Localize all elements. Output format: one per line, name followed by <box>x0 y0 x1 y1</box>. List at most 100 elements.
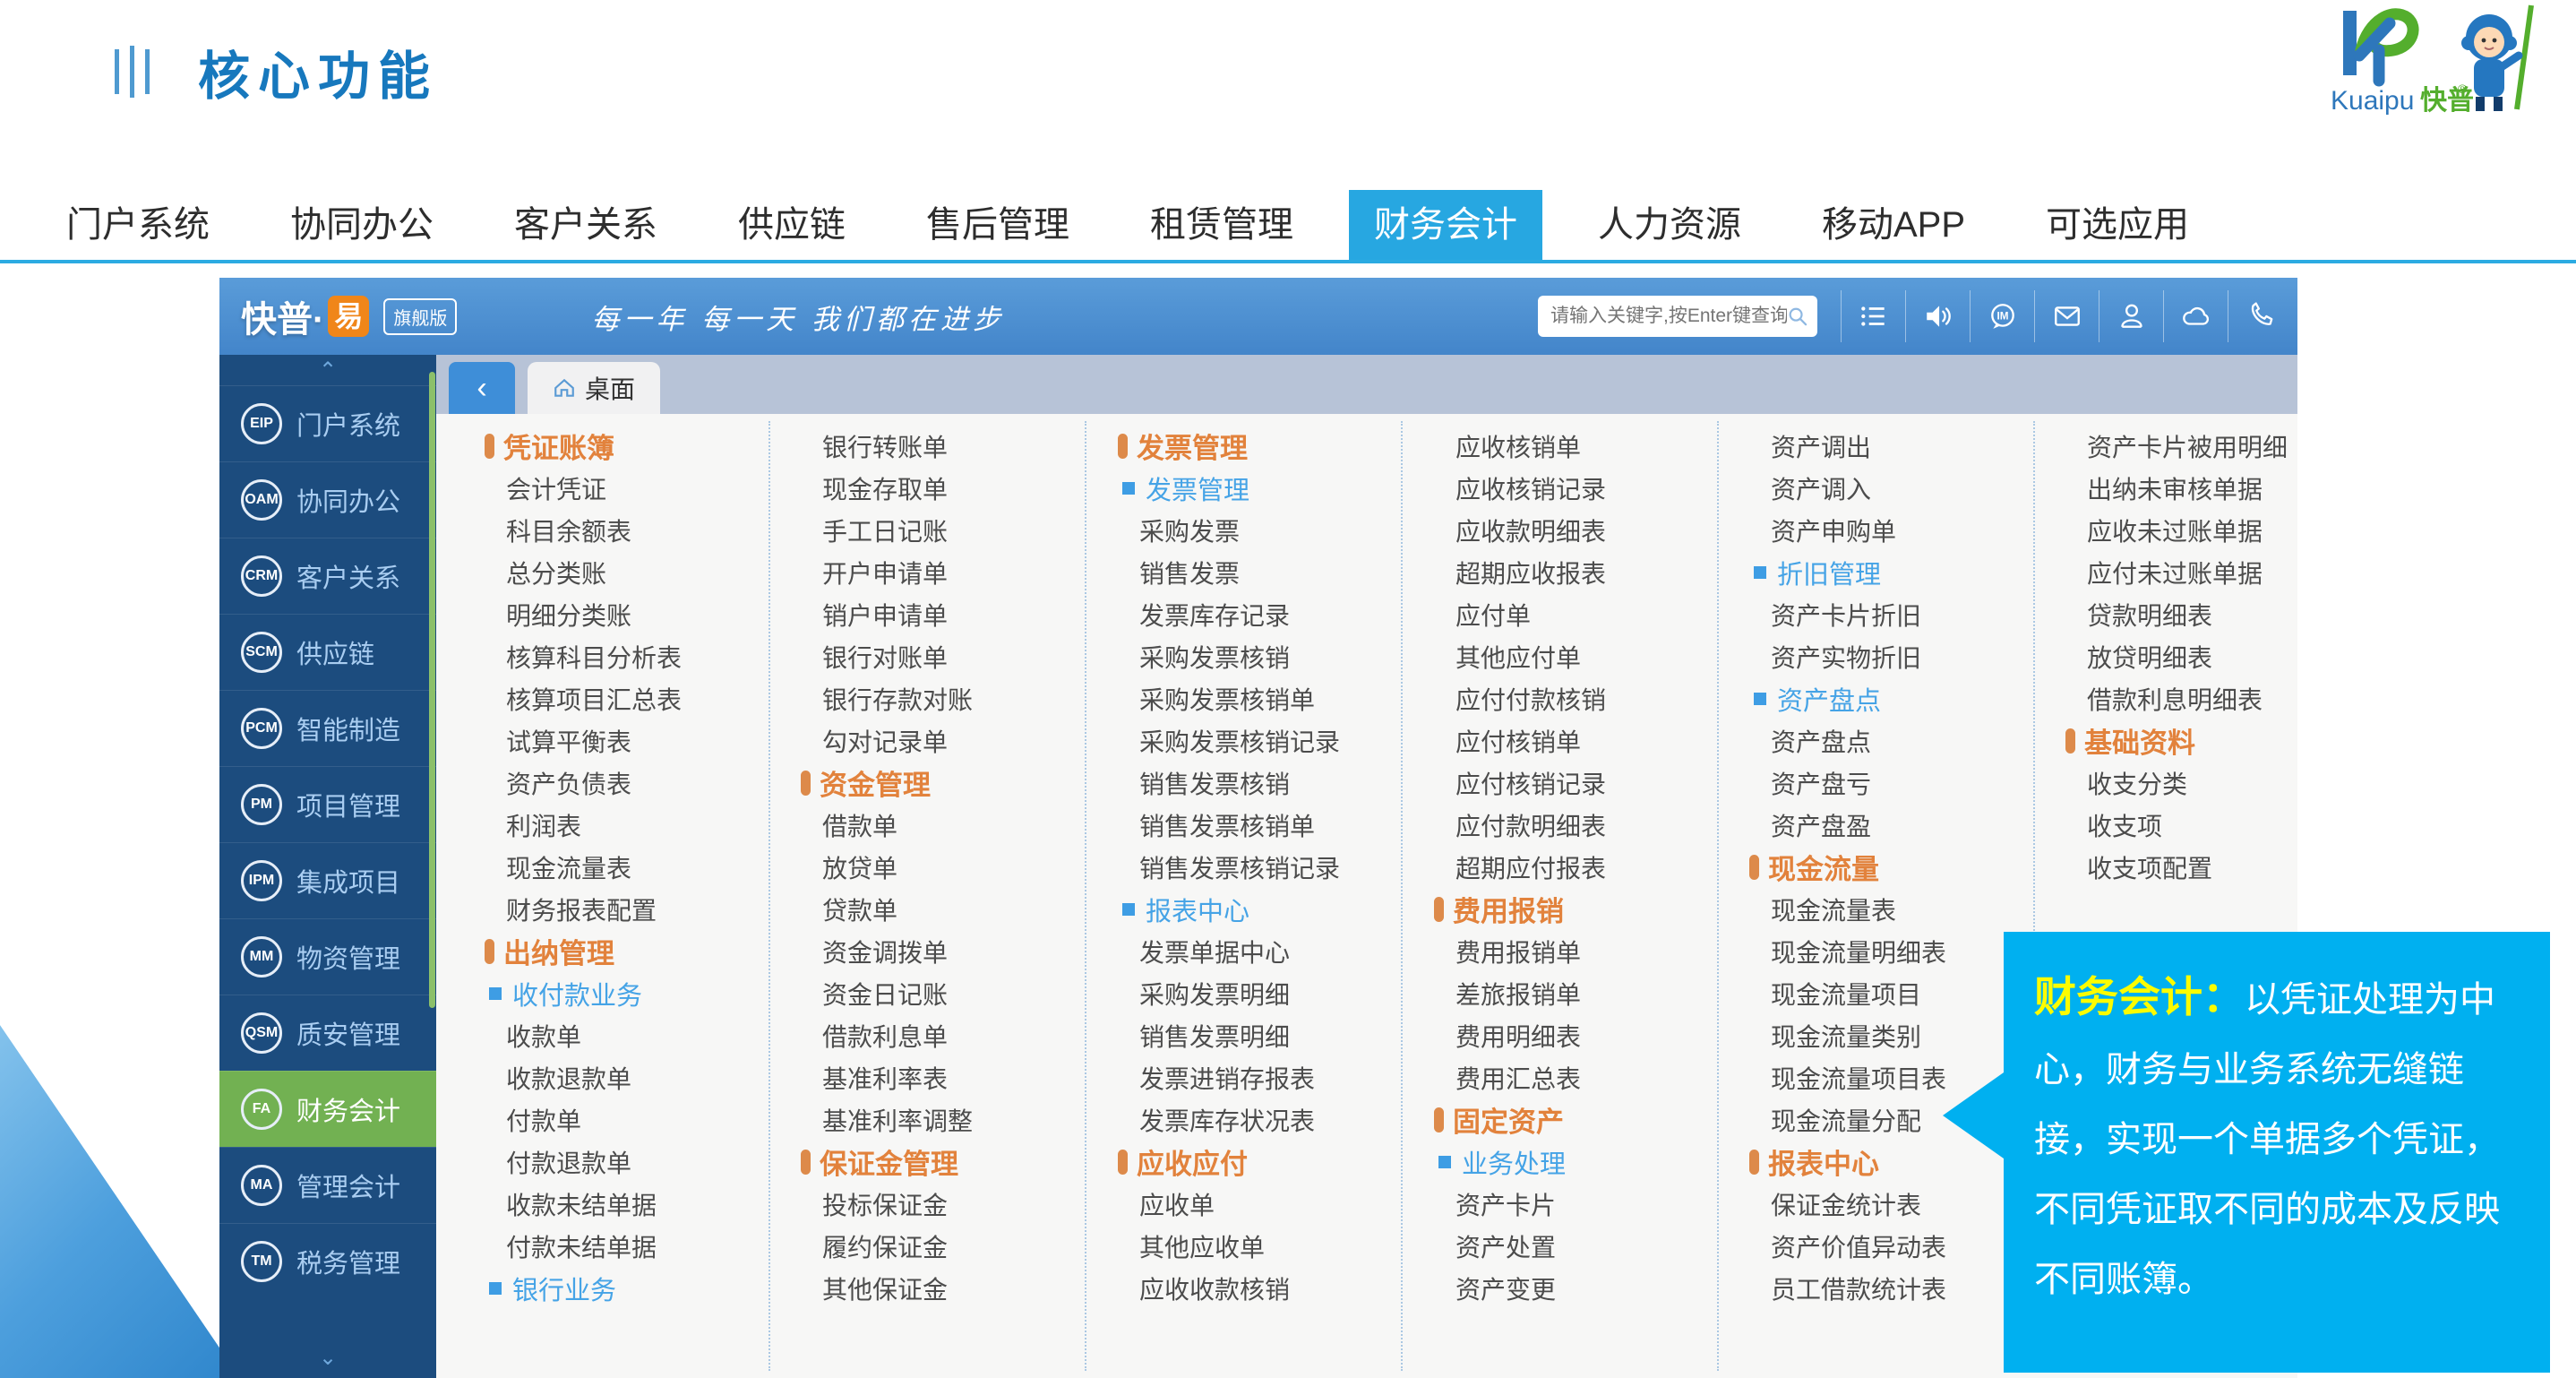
menu-item[interactable]: 收款单 <box>485 1014 794 1056</box>
menu-item[interactable]: 销售发票核销记录 <box>1118 846 1427 888</box>
sidebar-item-eip[interactable]: EIP门户系统 <box>219 385 436 461</box>
menu-item[interactable]: 收支分类 <box>2065 762 2374 804</box>
menu-item[interactable]: 放贷单 <box>801 846 1110 888</box>
menu-item[interactable]: 费用明细表 <box>1434 1014 1743 1056</box>
menu-item[interactable]: 资产卡片被用明细 <box>2065 425 2374 467</box>
sidebar-item-pm[interactable]: PM项目管理 <box>219 766 436 842</box>
menu-item[interactable]: 资金调拨单 <box>801 930 1110 972</box>
menu-item[interactable]: 放贷明细表 <box>2065 635 2374 677</box>
menu-item[interactable]: 开户申请单 <box>801 551 1110 593</box>
menu-subgroup-header[interactable]: 银行业务 <box>485 1267 794 1309</box>
menu-item[interactable]: 其他保证金 <box>801 1267 1110 1309</box>
menu-item[interactable]: 应付付款核销 <box>1434 677 1743 719</box>
menu-item[interactable]: 银行存款对账 <box>801 677 1110 719</box>
menu-item[interactable]: 采购发票明细 <box>1118 972 1427 1014</box>
menu-subgroup-header[interactable]: 报表中心 <box>1118 888 1427 930</box>
menu-item[interactable]: 收款未结单据 <box>485 1183 794 1225</box>
menu-item[interactable]: 出纳未审核单据 <box>2065 467 2374 509</box>
menu-item[interactable]: 现金流量表 <box>485 846 794 888</box>
menu-item[interactable]: 科目余额表 <box>485 509 794 551</box>
menu-item[interactable]: 基准利率调整 <box>801 1098 1110 1141</box>
tab-6[interactable]: 财务会计 <box>1349 190 1542 260</box>
menu-subgroup-header[interactable]: 资产盘点 <box>1749 677 2058 719</box>
menu-item[interactable]: 投标保证金 <box>801 1183 1110 1225</box>
menu-item[interactable]: 资产处置 <box>1434 1225 1743 1267</box>
tab-8[interactable]: 移动APP <box>1797 190 1990 260</box>
menu-item[interactable]: 借款单 <box>801 804 1110 846</box>
menu-item[interactable]: 核算项目汇总表 <box>485 677 794 719</box>
menu-item[interactable]: 资产卡片折旧 <box>1749 593 2058 635</box>
menu-item[interactable]: 现金存取单 <box>801 467 1110 509</box>
menu-item[interactable]: 银行对账单 <box>801 635 1110 677</box>
menu-item[interactable]: 超期应付报表 <box>1434 846 1743 888</box>
menu-item[interactable]: 资产申购单 <box>1749 509 2058 551</box>
menu-item[interactable]: 付款未结单据 <box>485 1225 794 1267</box>
menu-item[interactable]: 销户申请单 <box>801 593 1110 635</box>
tab-9[interactable]: 可选应用 <box>2021 190 2214 260</box>
menu-subgroup-header[interactable]: 折旧管理 <box>1749 551 2058 593</box>
sidebar-item-tm[interactable]: TM税务管理 <box>219 1223 436 1299</box>
user-icon[interactable] <box>2099 290 2163 342</box>
menu-item[interactable]: 资产负债表 <box>485 762 794 804</box>
menu-item[interactable]: 应付单 <box>1434 593 1743 635</box>
list-icon[interactable] <box>1841 290 1905 342</box>
menu-item[interactable]: 采购发票 <box>1118 509 1427 551</box>
menu-item[interactable]: 费用汇总表 <box>1434 1056 1743 1098</box>
back-button[interactable]: ‹ <box>449 362 515 414</box>
sidebar-item-scm[interactable]: SCM供应链 <box>219 614 436 690</box>
menu-item[interactable]: 总分类账 <box>485 551 794 593</box>
menu-subgroup-header[interactable]: 业务处理 <box>1434 1141 1743 1183</box>
menu-item[interactable]: 手工日记账 <box>801 509 1110 551</box>
menu-item[interactable]: 采购发票核销单 <box>1118 677 1427 719</box>
menu-item[interactable]: 收支项配置 <box>2065 846 2374 888</box>
menu-item[interactable]: 勾对记录单 <box>801 719 1110 762</box>
menu-item[interactable]: 发票库存记录 <box>1118 593 1427 635</box>
menu-item[interactable]: 基准利率表 <box>801 1056 1110 1098</box>
menu-item[interactable]: 应收收款核销 <box>1118 1267 1427 1309</box>
menu-item[interactable]: 资金日记账 <box>801 972 1110 1014</box>
menu-subgroup-header[interactable]: 收付款业务 <box>485 972 794 1014</box>
menu-item[interactable]: 发票单据中心 <box>1118 930 1427 972</box>
tab-3[interactable]: 供应链 <box>713 190 871 260</box>
menu-item[interactable]: 财务报表配置 <box>485 888 794 930</box>
menu-item[interactable]: 应付核销单 <box>1434 719 1743 762</box>
menu-item[interactable]: 销售发票核销 <box>1118 762 1427 804</box>
menu-item[interactable]: 费用报销单 <box>1434 930 1743 972</box>
menu-item[interactable]: 销售发票明细 <box>1118 1014 1427 1056</box>
search-input[interactable] <box>1550 306 1787 327</box>
menu-item[interactable]: 其他应收单 <box>1118 1225 1427 1267</box>
menu-item[interactable]: 收支项 <box>2065 804 2374 846</box>
menu-item[interactable]: 借款利息明细表 <box>2065 677 2374 719</box>
tab-7[interactable]: 人力资源 <box>1573 190 1766 260</box>
menu-item[interactable]: 差旅报销单 <box>1434 972 1743 1014</box>
tab-4[interactable]: 售后管理 <box>901 190 1095 260</box>
menu-item[interactable]: 履约保证金 <box>801 1225 1110 1267</box>
menu-subgroup-header[interactable]: 发票管理 <box>1118 467 1427 509</box>
sidebar-scroll-down-icon[interactable]: ⌄ <box>219 1342 436 1373</box>
search-box[interactable] <box>1538 296 1817 337</box>
desktop-tab[interactable]: 桌面 <box>528 362 660 414</box>
menu-item[interactable]: 资产变更 <box>1434 1267 1743 1309</box>
tab-5[interactable]: 租赁管理 <box>1125 190 1318 260</box>
menu-item[interactable]: 应收核销单 <box>1434 425 1743 467</box>
sidebar-item-fa[interactable]: FA财务会计 <box>219 1071 436 1147</box>
sidebar-item-ma[interactable]: MA管理会计 <box>219 1147 436 1223</box>
search-icon[interactable] <box>1787 305 1808 328</box>
menu-item[interactable]: 应收核销记录 <box>1434 467 1743 509</box>
sidebar-item-qsm[interactable]: QSM质安管理 <box>219 995 436 1071</box>
menu-item[interactable]: 应收单 <box>1118 1183 1427 1225</box>
sidebar-item-oam[interactable]: OAM协同办公 <box>219 461 436 538</box>
menu-item[interactable]: 现金流量表 <box>1749 888 2058 930</box>
menu-item[interactable]: 应付未过账单据 <box>2065 551 2374 593</box>
menu-item[interactable]: 采购发票核销 <box>1118 635 1427 677</box>
menu-item[interactable]: 资产实物折旧 <box>1749 635 2058 677</box>
menu-item[interactable]: 应收未过账单据 <box>2065 509 2374 551</box>
tab-2[interactable]: 客户关系 <box>489 190 683 260</box>
menu-item[interactable]: 资产盘盈 <box>1749 804 2058 846</box>
menu-item[interactable]: 贷款明细表 <box>2065 593 2374 635</box>
menu-item[interactable]: 资产调出 <box>1749 425 2058 467</box>
menu-item[interactable]: 试算平衡表 <box>485 719 794 762</box>
speaker-icon[interactable] <box>1905 290 1970 342</box>
menu-item[interactable]: 资产卡片 <box>1434 1183 1743 1225</box>
menu-item[interactable]: 发票库存状况表 <box>1118 1098 1427 1141</box>
